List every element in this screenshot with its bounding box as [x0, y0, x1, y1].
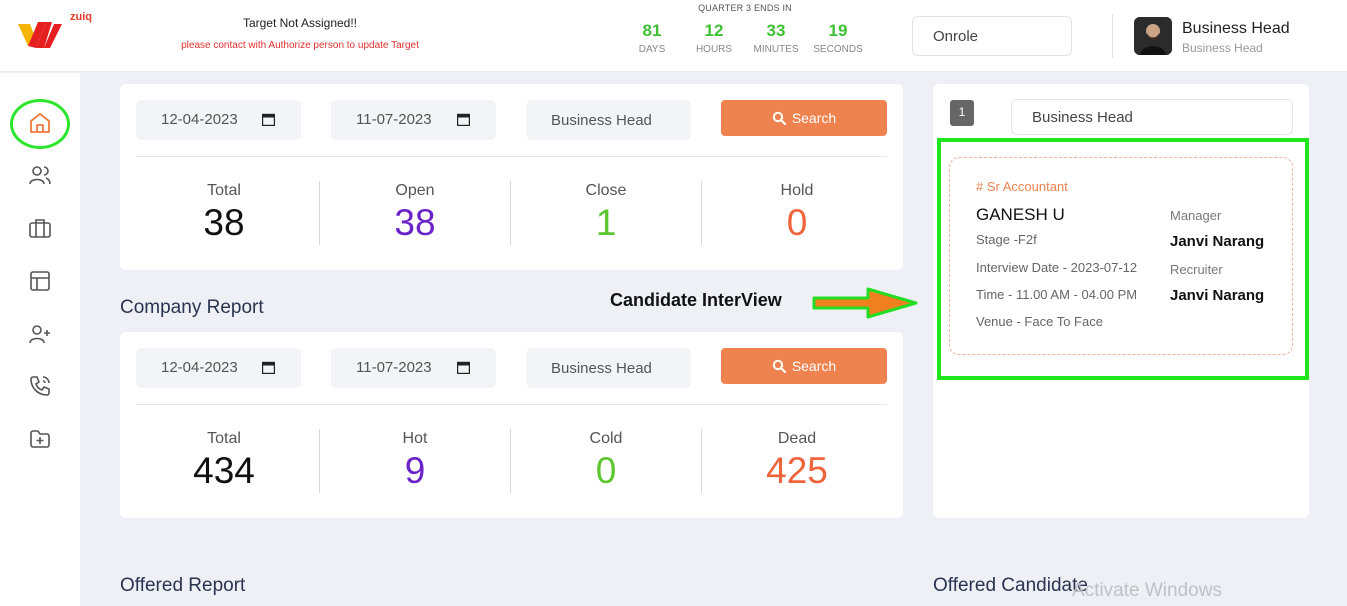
countdown-title: QUARTER 3 ENDS IN	[698, 3, 792, 13]
user-role: Business Head	[1182, 41, 1263, 55]
layout-icon[interactable]	[26, 267, 54, 295]
candidate-interview-annotation: Candidate InterView	[610, 290, 782, 310]
arrow-right-icon	[812, 287, 918, 319]
sidebar	[0, 73, 80, 606]
divider	[136, 404, 887, 405]
company-logo[interactable]: zuiq	[16, 8, 106, 56]
stat-hold: Hold 0	[780, 182, 814, 243]
manager-name: Janvi Narang	[1170, 233, 1265, 250]
company-report-card: 12-04-2023 11-07-2023 Business Head Sear…	[120, 332, 903, 518]
candidate-name: GANESH U	[976, 205, 1065, 224]
search-button[interactable]: Search	[721, 100, 887, 136]
offered-report-title: Offered Report	[120, 575, 246, 596]
stat-hot: Hot 9	[402, 430, 428, 491]
logo-text: zuiq	[70, 11, 92, 23]
job-position: # Sr Accountant	[976, 179, 1068, 194]
target-message: please contact with Authorize person to …	[181, 40, 419, 51]
countdown-hours: 12 HOURS	[695, 21, 733, 55]
company-report-title: Company Report	[120, 297, 264, 318]
top-header: zuiq Target Not Assigned!! please contac…	[0, 0, 1347, 72]
recruiter-name: Janvi Narang	[1170, 287, 1265, 304]
user-name[interactable]: Business Head	[1182, 20, 1290, 38]
user-plus-icon[interactable]	[26, 320, 54, 348]
calendar-icon	[262, 113, 275, 126]
search-icon	[772, 359, 786, 373]
briefcase-icon[interactable]	[26, 214, 54, 242]
users-icon[interactable]	[26, 161, 54, 189]
to-date-input[interactable]: 11-07-2023	[331, 100, 496, 140]
interview-time: Time - 11.00 AM - 04.00 PM	[976, 287, 1138, 302]
calendar-icon	[457, 361, 470, 374]
windows-activation-watermark: Activate Windows	[1072, 580, 1222, 601]
search-button[interactable]: Search	[721, 348, 887, 384]
manager-label: Manager	[1170, 208, 1222, 223]
role-select[interactable]: Business Head	[526, 100, 691, 140]
interview-stage: Stage -F2f	[976, 232, 1037, 247]
quarter-countdown: QUARTER 3 ENDS IN 81 DAYS 12 HOURS 33 MI…	[620, 3, 870, 55]
home-icon[interactable]	[26, 109, 54, 137]
target-title: Target Not Assigned!!	[242, 16, 358, 30]
target-notice: Target Not Assigned!! please contact wit…	[150, 16, 450, 51]
stat-open: Open 38	[394, 182, 436, 243]
offered-candidate-title: Offered Candidate	[933, 575, 1088, 596]
header-divider	[1112, 14, 1113, 58]
from-date-input[interactable]: 12-04-2023	[136, 348, 301, 388]
countdown-seconds: 19 SECONDS	[813, 21, 863, 55]
recruiter-label: Recruiter	[1170, 262, 1223, 277]
avatar[interactable]	[1134, 17, 1172, 55]
to-date-input[interactable]: 11-07-2023	[331, 348, 496, 388]
page-number-badge[interactable]: 1	[950, 100, 974, 126]
stat-total: Total 38	[203, 182, 245, 243]
role-select[interactable]: Business Head	[526, 348, 691, 388]
folder-plus-icon[interactable]	[26, 425, 54, 453]
stat-cold: Cold 0	[589, 430, 623, 491]
interview-venue: Venue - Face To Face	[976, 314, 1103, 329]
role-type-select[interactable]: Onrole	[912, 16, 1072, 56]
from-date-input[interactable]: 12-04-2023	[136, 100, 301, 140]
divider	[136, 156, 887, 157]
stat-dead: Dead 425	[766, 430, 828, 491]
panel-role-select[interactable]: Business Head	[1011, 99, 1293, 135]
calendar-icon	[262, 361, 275, 374]
stat-close: Close 1	[585, 182, 627, 243]
interview-date: Interview Date - 2023-07-12	[976, 260, 1138, 275]
search-icon	[772, 111, 786, 125]
countdown-days: 81 DAYS	[638, 21, 666, 55]
countdown-minutes: 33 MINUTES	[753, 21, 799, 55]
calendar-icon	[457, 113, 470, 126]
stat-total: Total 434	[193, 430, 255, 491]
phone-call-icon[interactable]	[26, 372, 54, 400]
job-report-card: 12-04-2023 11-07-2023 Business Head Sear…	[120, 84, 903, 270]
